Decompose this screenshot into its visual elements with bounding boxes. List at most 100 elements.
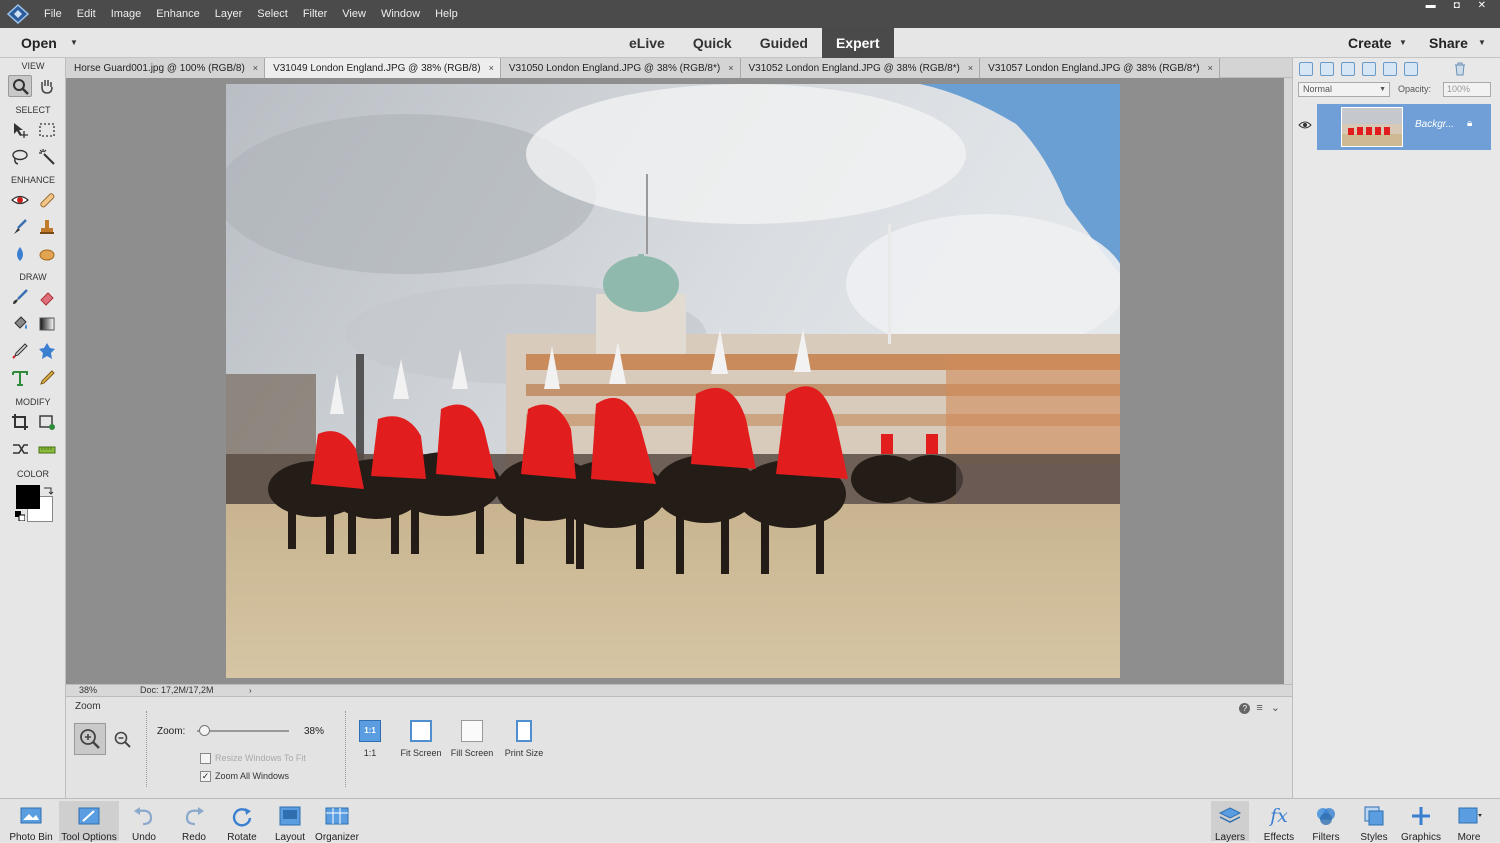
styles-button[interactable]: Styles bbox=[1355, 805, 1393, 843]
menu-select[interactable]: Select bbox=[257, 0, 288, 28]
status-arrow-icon[interactable]: › bbox=[249, 685, 252, 696]
document-tab[interactable]: V31052 London England.JPG @ 38% (RGB/8*)… bbox=[740, 58, 981, 78]
rotate-button[interactable]: Rotate bbox=[222, 805, 262, 843]
open-button[interactable]: Open bbox=[21, 28, 57, 58]
pencil-icon[interactable] bbox=[35, 367, 59, 389]
filters-button[interactable]: Filters bbox=[1307, 805, 1345, 843]
redo-button[interactable]: Redo bbox=[176, 805, 212, 843]
custom-shape-icon[interactable] bbox=[35, 340, 59, 362]
collapse-options-icon[interactable]: ⌄ bbox=[1271, 702, 1280, 714]
document-tab[interactable]: Horse Guard001.jpg @ 100% (RGB/8) × bbox=[66, 58, 266, 78]
eyedropper-icon[interactable] bbox=[8, 340, 32, 362]
status-zoom[interactable]: 38% bbox=[79, 685, 97, 696]
more-button[interactable]: More bbox=[1451, 805, 1487, 843]
one-to-one-button[interactable]: 1:1 1:1 bbox=[359, 720, 381, 758]
content-aware-move-icon[interactable] bbox=[8, 438, 32, 460]
sponge-icon[interactable] bbox=[35, 243, 59, 265]
fill-screen-button[interactable]: Fill Screen bbox=[449, 720, 495, 758]
effects-button[interactable]: fx Effects bbox=[1260, 805, 1298, 843]
layer-name[interactable]: Backgr... bbox=[1415, 119, 1454, 130]
organizer-button[interactable]: Organizer bbox=[314, 805, 360, 843]
tool-options-button[interactable]: Tool Options bbox=[59, 801, 119, 843]
zoom-in-icon[interactable] bbox=[74, 723, 106, 755]
tab-close-icon[interactable]: × bbox=[1208, 63, 1213, 73]
undo-button[interactable]: Undo bbox=[126, 805, 162, 843]
maximize-icon[interactable]: ◘ bbox=[1454, 0, 1460, 14]
menu-image[interactable]: Image bbox=[111, 0, 142, 28]
delete-layer-icon[interactable] bbox=[1453, 62, 1467, 76]
graphics-button[interactable]: Graphics bbox=[1400, 805, 1442, 843]
hand-tool-icon[interactable] bbox=[35, 75, 59, 97]
marquee-tool-icon[interactable] bbox=[35, 119, 59, 141]
red-eye-icon[interactable] bbox=[8, 189, 32, 211]
mode-expert[interactable]: Expert bbox=[821, 28, 894, 58]
close-window-icon[interactable]: ✕ bbox=[1478, 0, 1486, 14]
photo-bin-button[interactable]: Photo Bin bbox=[8, 805, 54, 843]
lasso-tool-icon[interactable] bbox=[8, 146, 32, 168]
zoom-slider[interactable] bbox=[197, 730, 289, 732]
type-tool-icon[interactable] bbox=[8, 367, 32, 389]
recompose-icon[interactable] bbox=[35, 411, 59, 433]
gradient-icon[interactable] bbox=[35, 313, 59, 335]
foreground-color-swatch[interactable] bbox=[16, 485, 40, 509]
share-button[interactable]: Share bbox=[1429, 28, 1468, 58]
zoom-value[interactable]: 38% bbox=[304, 726, 324, 737]
eye-icon[interactable] bbox=[1298, 119, 1312, 131]
document-tab[interactable]: V31050 London England.JPG @ 38% (RGB/8*)… bbox=[500, 58, 741, 78]
menu-enhance[interactable]: Enhance bbox=[156, 0, 199, 28]
blend-mode-select[interactable]: Normal ▼ bbox=[1298, 82, 1390, 97]
zoom-out-icon[interactable] bbox=[114, 731, 132, 749]
document-tab-active[interactable]: V31049 London England.JPG @ 38% (RGB/8) × bbox=[265, 58, 501, 78]
canvas-area[interactable] bbox=[66, 78, 1284, 684]
share-dropdown-icon[interactable]: ▼ bbox=[1478, 38, 1486, 47]
options-menu-icon[interactable]: ≡ bbox=[1256, 702, 1262, 714]
menu-view[interactable]: View bbox=[342, 0, 366, 28]
menu-filter[interactable]: Filter bbox=[303, 0, 327, 28]
resize-windows-checkbox[interactable] bbox=[200, 753, 211, 764]
layout-button[interactable]: Layout bbox=[271, 805, 309, 843]
fit-screen-button[interactable]: Fit Screen bbox=[399, 720, 443, 758]
layer-mask-icon[interactable] bbox=[1362, 62, 1376, 76]
menu-file[interactable]: File bbox=[44, 0, 62, 28]
mode-elive[interactable]: eLive bbox=[615, 28, 679, 58]
adjustment-layer-icon[interactable] bbox=[1341, 62, 1355, 76]
open-dropdown-icon[interactable]: ▼ bbox=[70, 38, 78, 47]
move-tool-icon[interactable] bbox=[8, 119, 32, 141]
zoom-slider-handle[interactable] bbox=[199, 725, 210, 736]
eraser-icon[interactable] bbox=[35, 286, 59, 308]
tab-close-icon[interactable]: × bbox=[253, 63, 258, 73]
zoom-tool-icon[interactable] bbox=[8, 75, 32, 97]
mode-guided[interactable]: Guided bbox=[746, 28, 822, 58]
default-colors-icon[interactable] bbox=[15, 511, 25, 521]
document-photo[interactable] bbox=[226, 84, 1120, 678]
opacity-input[interactable]: 100% bbox=[1443, 82, 1491, 97]
tab-close-icon[interactable]: × bbox=[728, 63, 733, 73]
layers-button[interactable]: Layers bbox=[1211, 801, 1249, 843]
lock-transparency-icon[interactable] bbox=[1404, 62, 1418, 76]
straighten-icon[interactable] bbox=[35, 438, 59, 460]
spot-healing-icon[interactable] bbox=[35, 189, 59, 211]
blur-icon[interactable] bbox=[8, 243, 32, 265]
new-group-icon[interactable] bbox=[1320, 62, 1334, 76]
menu-help[interactable]: Help bbox=[435, 0, 458, 28]
tab-close-icon[interactable]: × bbox=[968, 63, 973, 73]
menu-edit[interactable]: Edit bbox=[77, 0, 96, 28]
help-icon[interactable]: ? bbox=[1239, 703, 1251, 714]
zoom-all-windows-checkbox[interactable]: ✓ bbox=[200, 771, 211, 782]
create-dropdown-icon[interactable]: ▼ bbox=[1399, 38, 1407, 47]
create-button[interactable]: Create bbox=[1348, 28, 1392, 58]
lock-all-icon[interactable] bbox=[1383, 62, 1397, 76]
new-layer-icon[interactable] bbox=[1299, 62, 1313, 76]
document-tab[interactable]: V31057 London England.JPG @ 38% (RGB/8*)… bbox=[980, 58, 1220, 78]
elements-logo-icon[interactable] bbox=[7, 4, 29, 24]
menu-window[interactable]: Window bbox=[381, 0, 420, 28]
tab-close-icon[interactable]: × bbox=[489, 63, 494, 73]
brush-icon[interactable] bbox=[8, 286, 32, 308]
layer-row-background[interactable]: Backgr... 🔒︎ bbox=[1317, 104, 1491, 150]
layer-lock-icon[interactable]: 🔒︎ bbox=[1467, 118, 1472, 129]
crop-tool-icon[interactable] bbox=[8, 411, 32, 433]
mode-quick[interactable]: Quick bbox=[679, 28, 746, 58]
print-size-button[interactable]: Print Size bbox=[502, 720, 546, 758]
clone-stamp-icon[interactable] bbox=[35, 216, 59, 238]
menu-layer[interactable]: Layer bbox=[215, 0, 243, 28]
